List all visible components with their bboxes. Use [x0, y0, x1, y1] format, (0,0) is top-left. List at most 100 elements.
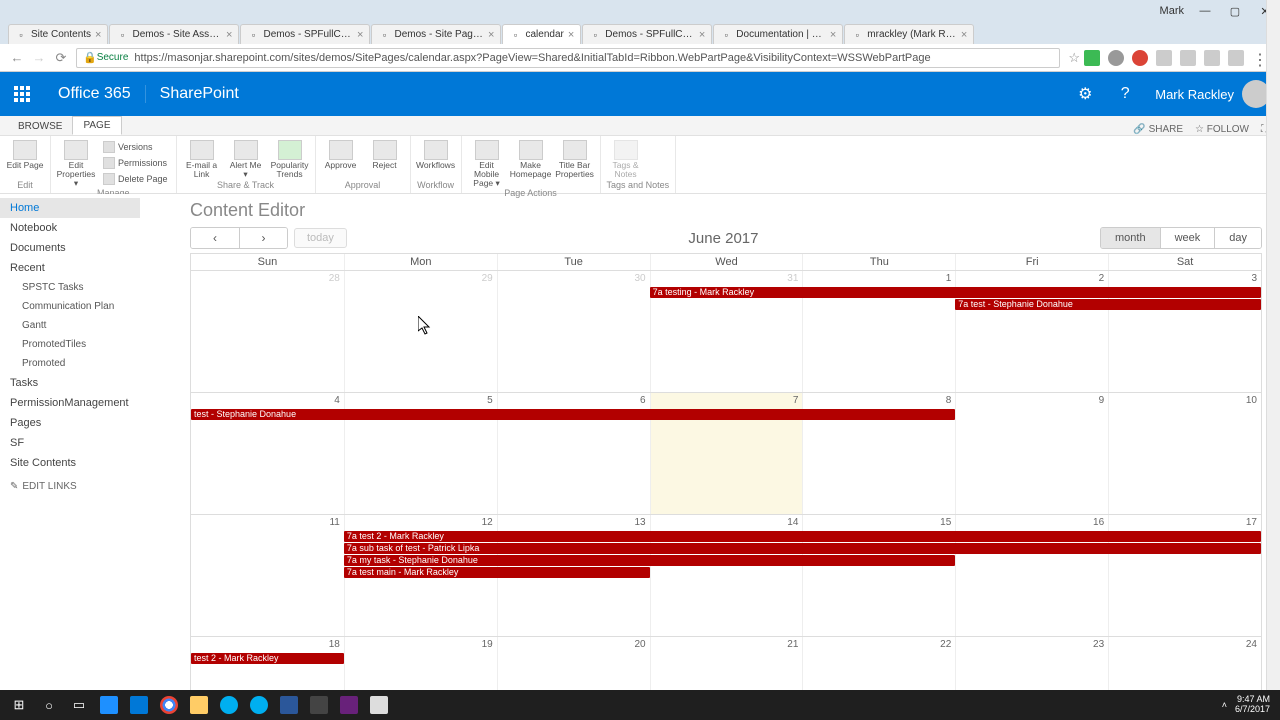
calendar-day-cell[interactable]: 28: [191, 271, 344, 392]
extension-icon[interactable]: [1180, 50, 1196, 66]
calendar-prev-button[interactable]: ‹: [191, 228, 239, 248]
view-day-button[interactable]: day: [1214, 228, 1261, 248]
share-button[interactable]: 🔗 SHARE: [1133, 124, 1183, 135]
calendar-event[interactable]: 7a test 2 - Mark Rackley: [344, 531, 1261, 542]
help-icon[interactable]: ?: [1105, 72, 1145, 116]
nav-recent-item[interactable]: Communication Plan: [0, 297, 140, 316]
nav-tasks[interactable]: Tasks: [0, 373, 140, 393]
view-month-button[interactable]: month: [1101, 228, 1160, 248]
calendar-day-cell[interactable]: 23: [955, 637, 1108, 690]
calendar-event[interactable]: 7a testing - Mark Rackley: [650, 287, 1261, 298]
edit-mobile-button[interactable]: Edit Mobile Page ▾: [468, 138, 506, 188]
tags-notes-button[interactable]: Tags & Notes: [607, 138, 645, 179]
calendar-day-cell[interactable]: 24: [1108, 637, 1261, 690]
nav-recent-item[interactable]: Promoted: [0, 354, 140, 373]
nav-notebook[interactable]: Notebook: [0, 218, 140, 238]
alert-me-button[interactable]: Alert Me ▾: [227, 138, 265, 179]
tab-close-icon[interactable]: ×: [226, 29, 232, 41]
tab-close-icon[interactable]: ×: [95, 29, 101, 41]
extension-icon[interactable]: [1156, 50, 1172, 66]
calendar-event[interactable]: 7a my task - Stephanie Donahue: [344, 555, 955, 566]
taskbar-explorer-icon[interactable]: [184, 690, 214, 720]
address-input[interactable]: 🔒 Secure https://masonjar.sharepoint.com…: [76, 48, 1060, 68]
tray-chevron-icon[interactable]: ˄: [1222, 700, 1227, 710]
taskbar-app-icon[interactable]: [364, 690, 394, 720]
extension-icon[interactable]: [1204, 50, 1220, 66]
taskbar-settings-icon[interactable]: [304, 690, 334, 720]
calendar-event[interactable]: test 2 - Mark Rackley: [191, 653, 344, 664]
edit-links-button[interactable]: ✎ EDIT LINKS: [0, 473, 140, 500]
taskbar-word-icon[interactable]: [274, 690, 304, 720]
workflows-button[interactable]: Workflows: [417, 138, 455, 170]
nav-permission[interactable]: PermissionManagement: [0, 393, 140, 413]
taskbar-skype-biz-icon[interactable]: [244, 690, 274, 720]
browser-tab[interactable]: ▫calendar×: [502, 24, 581, 44]
back-button[interactable]: ←: [6, 47, 28, 69]
make-homepage-button[interactable]: Make Homepage: [512, 138, 550, 179]
calendar-day-cell[interactable]: 30: [497, 271, 650, 392]
extension-icon[interactable]: [1084, 50, 1100, 66]
permissions-button[interactable]: Permissions: [101, 156, 170, 170]
browser-tab[interactable]: ▫Demos - SPFullCalenda...×: [582, 24, 712, 44]
calendar-next-button[interactable]: ›: [239, 228, 287, 248]
taskview-button[interactable]: ▭: [64, 690, 94, 720]
tab-close-icon[interactable]: ×: [568, 29, 574, 41]
nav-recent[interactable]: Recent: [0, 258, 140, 278]
user-menu[interactable]: Mark Rackley: [1145, 80, 1280, 108]
browser-tab[interactable]: ▫mrackley (Mark Rackley)×: [844, 24, 974, 44]
popularity-button[interactable]: Popularity Trends: [271, 138, 309, 179]
calendar-day-cell[interactable]: 21: [650, 637, 803, 690]
nav-recent-item[interactable]: PromotedTiles: [0, 335, 140, 354]
suite-app[interactable]: SharePoint: [145, 85, 253, 103]
taskbar-vs-icon[interactable]: [334, 690, 364, 720]
calendar-event[interactable]: 7a test - Stephanie Donahue: [955, 299, 1261, 310]
ribbon-tab-page[interactable]: PAGE: [72, 116, 121, 135]
calendar-day-cell[interactable]: 9: [955, 393, 1108, 514]
reject-button[interactable]: Reject: [366, 138, 404, 170]
calendar-day-cell[interactable]: 11: [191, 515, 344, 636]
calendar-event[interactable]: 7a sub task of test - Patrick Lipka: [344, 543, 1261, 554]
extension-icon[interactable]: [1228, 50, 1244, 66]
extension-icon[interactable]: [1108, 50, 1124, 66]
window-max-button[interactable]: ▢: [1226, 5, 1244, 18]
nav-site-contents[interactable]: Site Contents: [0, 453, 140, 473]
calendar-event[interactable]: 7a test main - Mark Rackley: [344, 567, 650, 578]
calendar-day-cell[interactable]: 29: [344, 271, 497, 392]
vertical-scrollbar[interactable]: [1266, 0, 1280, 720]
calendar-day-cell[interactable]: 10: [1108, 393, 1261, 514]
browser-tab[interactable]: ▫Site Contents×: [8, 24, 108, 44]
tab-close-icon[interactable]: ×: [357, 29, 363, 41]
nav-recent-item[interactable]: Gantt: [0, 316, 140, 335]
follow-button[interactable]: ☆ FOLLOW: [1195, 124, 1249, 135]
view-week-button[interactable]: week: [1160, 228, 1215, 248]
taskbar-edge-icon[interactable]: [124, 690, 154, 720]
nav-home[interactable]: Home: [0, 198, 140, 218]
cortana-button[interactable]: ○: [34, 690, 64, 720]
calendar-day-cell[interactable]: 19: [344, 637, 497, 690]
nav-pages[interactable]: Pages: [0, 413, 140, 433]
forward-button[interactable]: →: [28, 47, 50, 69]
taskbar-ie-icon[interactable]: [94, 690, 124, 720]
app-launcher-button[interactable]: [0, 72, 44, 116]
bookmark-star-icon[interactable]: ☆: [1068, 50, 1080, 66]
ribbon-tab-browse[interactable]: BROWSE: [8, 118, 72, 135]
reload-button[interactable]: ⟳: [50, 47, 72, 69]
browser-tab[interactable]: ▫Demos - Site Pages - Al...×: [371, 24, 501, 44]
nav-sf[interactable]: SF: [0, 433, 140, 453]
calendar-event[interactable]: test - Stephanie Donahue: [191, 409, 955, 420]
start-button[interactable]: ⊞: [4, 690, 34, 720]
versions-button[interactable]: Versions: [101, 140, 170, 154]
window-min-button[interactable]: —: [1196, 5, 1214, 17]
tab-close-icon[interactable]: ×: [488, 29, 494, 41]
edit-page-button[interactable]: Edit Page: [6, 138, 44, 170]
browser-tab[interactable]: ▫Documentation | FullCa...×: [713, 24, 843, 44]
tab-close-icon[interactable]: ×: [699, 29, 705, 41]
title-bar-button[interactable]: Title Bar Properties: [556, 138, 594, 179]
extension-icon[interactable]: [1132, 50, 1148, 66]
calendar-today-button[interactable]: today: [294, 228, 347, 248]
delete-page-button[interactable]: Delete Page: [101, 172, 170, 186]
taskbar-skype-icon[interactable]: [214, 690, 244, 720]
tab-close-icon[interactable]: ×: [830, 29, 836, 41]
approve-button[interactable]: Approve: [322, 138, 360, 170]
browser-tab[interactable]: ▫Demos - Site Assets - Al...×: [109, 24, 239, 44]
